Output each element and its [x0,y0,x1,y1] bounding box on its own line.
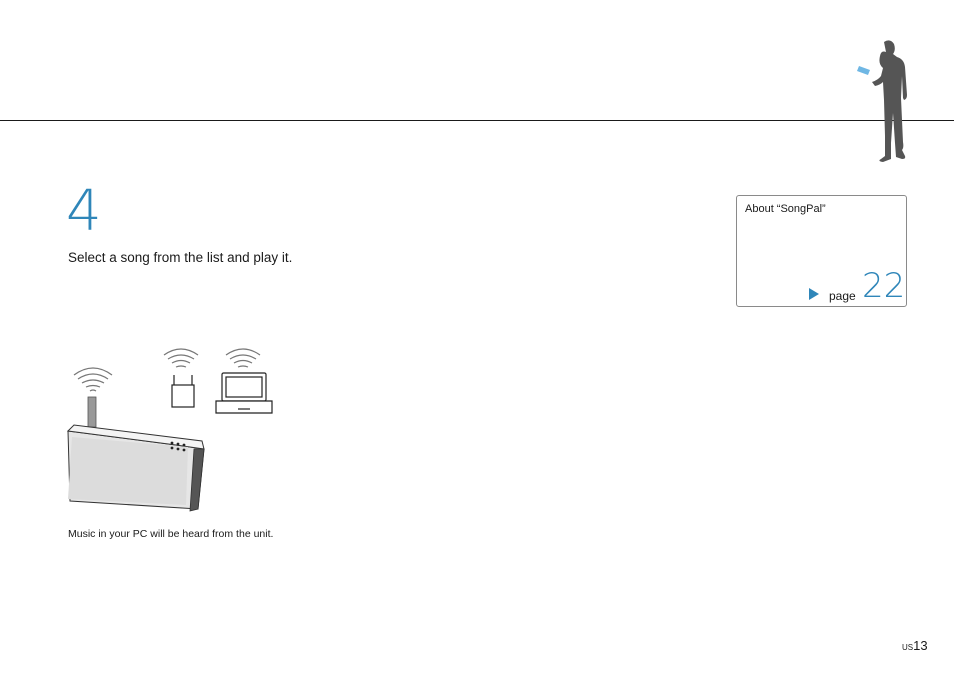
speaker-antenna [87,396,97,428]
person-with-tablet-icon [857,40,907,162]
step-number: 4 [66,179,102,244]
router-wifi-icon [163,348,199,368]
laptop-wifi-icon [225,348,261,368]
step-instruction: Select a song from the list and play it. [68,250,293,265]
reference-page-label: page [829,289,856,303]
reference-page-number[interactable]: 22 [862,266,905,306]
reference-box[interactable]: About “SongPal” page 22 [736,195,907,307]
page-language-code: US [902,643,914,652]
speaker-unit-icon [66,424,205,512]
reference-title: About “SongPal” [745,203,826,215]
router-icon [171,375,195,408]
speaker-network-illustration [66,348,273,512]
page-footer: US13 [902,637,928,655]
page-number: 13 [913,638,928,653]
illustration-caption: Music in your PC will be heard from the … [68,528,274,540]
speaker-wifi-icon [73,367,113,392]
play-triangle-icon [809,288,819,300]
header-rule [0,120,954,121]
laptop-icon [215,372,273,414]
